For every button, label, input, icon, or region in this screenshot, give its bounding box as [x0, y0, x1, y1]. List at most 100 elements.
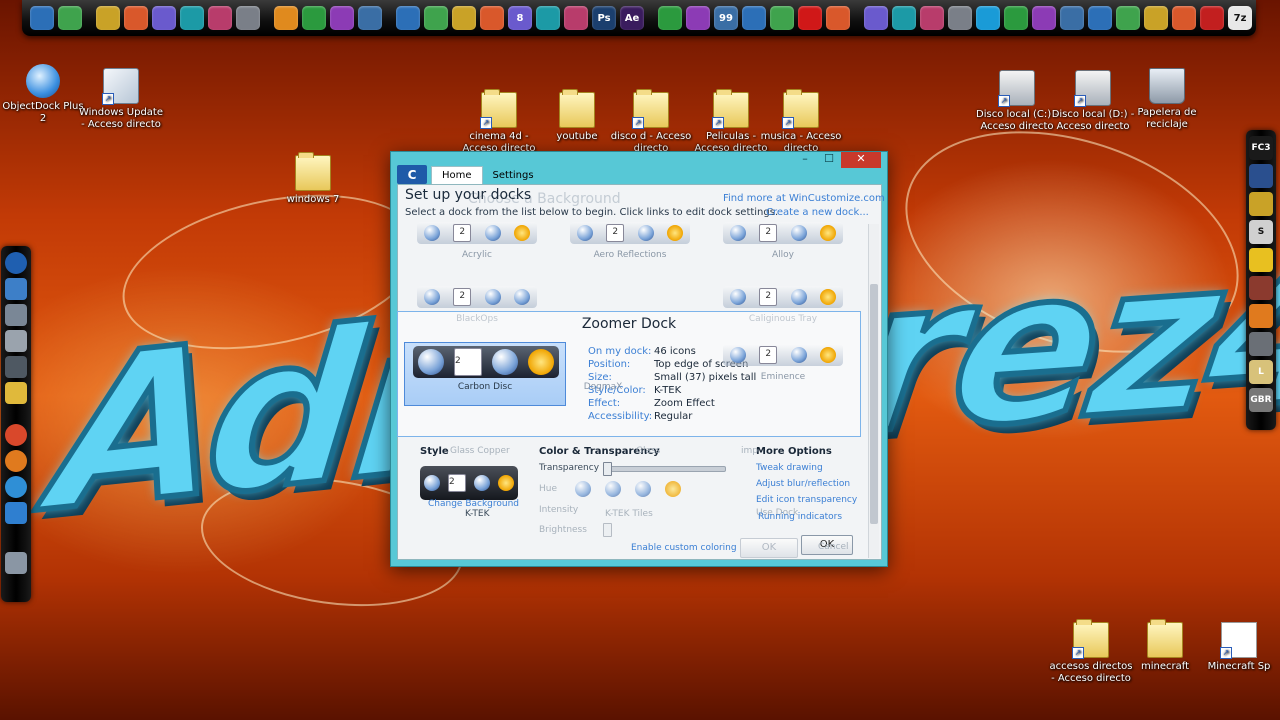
app8-icon[interactable]: 8: [508, 6, 532, 30]
desktop-icon-windows7[interactable]: windows 7: [270, 152, 356, 206]
monitor-icon[interactable]: [452, 6, 476, 30]
dock-tile-aero-reflections[interactable]: 2 Aero Reflections: [563, 222, 697, 260]
link-create-dock[interactable]: Create a new dock...: [766, 207, 869, 218]
photoscape-icon[interactable]: [396, 6, 420, 30]
desktop-icon-minecraft-sp[interactable]: ↗ Minecraft Sp: [1196, 622, 1280, 673]
vertical-scrollbar[interactable]: [868, 224, 879, 558]
close-button[interactable]: ✕: [841, 152, 881, 168]
dock-tile-alloy[interactable]: 2 Alloy: [716, 222, 850, 260]
calendar-icon[interactable]: [152, 6, 176, 30]
drop-icon[interactable]: [302, 6, 326, 30]
video-icon[interactable]: [742, 6, 766, 30]
paint-icon[interactable]: [920, 6, 944, 30]
laptop-icon[interactable]: [5, 304, 27, 326]
desktop-icon-musica[interactable]: ↗ musica - Acceso directo: [758, 89, 844, 155]
network-icon[interactable]: [424, 6, 448, 30]
edit-icon-transparency-link[interactable]: Edit icon transparency: [756, 495, 857, 505]
dock-tile-eminence[interactable]: 2 Eminence: [716, 344, 850, 382]
right-dock-app-icon[interactable]: [1249, 332, 1273, 356]
maximize-button[interactable]: ☐: [817, 152, 841, 168]
firefox-icon[interactable]: [5, 450, 27, 472]
arrow-app-icon[interactable]: [236, 6, 260, 30]
play-icon[interactable]: [658, 6, 682, 30]
media-player-icon[interactable]: [208, 6, 232, 30]
change-background-link[interactable]: Change Background: [428, 499, 519, 509]
tab-settings[interactable]: Settings: [483, 167, 544, 184]
dock-tile-acrylic[interactable]: 2 Acrylic: [410, 222, 544, 260]
tv-icon[interactable]: [826, 6, 850, 30]
desktop-icon-disco-c[interactable]: ↗ Disco local (C:) - Acceso directo: [974, 70, 1060, 133]
photoshop-icon[interactable]: Ps: [592, 6, 616, 30]
tab-home[interactable]: Home: [431, 166, 483, 184]
desktop-icon-windows-update[interactable]: ↗ Windows Update - Acceso directo: [78, 68, 164, 131]
lightning-icon[interactable]: [358, 6, 382, 30]
style-preview[interactable]: 2: [420, 466, 518, 500]
right-dock-app-icon[interactable]: FC3: [1249, 136, 1273, 160]
adjust-blur-reflection-link[interactable]: Adjust blur/reflection: [756, 479, 850, 489]
tweak-drawing-link[interactable]: Tweak drawing: [756, 463, 823, 473]
right-dock-app-icon[interactable]: GBR: [1249, 388, 1273, 412]
reel-icon[interactable]: [1060, 6, 1084, 30]
right-dock-app-icon[interactable]: [1249, 276, 1273, 300]
chrome-like-icon[interactable]: [536, 6, 560, 30]
computer-icon[interactable]: [5, 278, 27, 300]
recycle-bin-icon[interactable]: [5, 552, 27, 574]
folder-icon[interactable]: [5, 382, 27, 404]
earth-icon[interactable]: [480, 6, 504, 30]
link-wincustomize[interactable]: Find more at WinCustomize.com: [723, 193, 885, 204]
record-icon[interactable]: [798, 6, 822, 30]
skype-icon[interactable]: [976, 6, 1000, 30]
desktop-icon-objectdock[interactable]: ObjectDock Plus 2: [0, 64, 86, 125]
pdf-icon[interactable]: [1200, 6, 1224, 30]
brightness-slider-thumb[interactable]: [603, 523, 612, 537]
camera-icon[interactable]: [686, 6, 710, 30]
search-icon[interactable]: [124, 6, 148, 30]
transparency-slider-thumb[interactable]: [603, 462, 612, 476]
settings-icon[interactable]: [1172, 6, 1196, 30]
ktek-tiles-preview[interactable]: [568, 476, 688, 502]
desktop-icon-disco-d[interactable]: ↗ disco d - Acceso directo: [608, 89, 694, 155]
disc-icon[interactable]: [330, 6, 354, 30]
right-dock-app-icon[interactable]: [1249, 192, 1273, 216]
property-label[interactable]: Effect:: [588, 398, 654, 409]
cancel-button[interactable]: Cancel: [818, 542, 849, 552]
itunes-icon[interactable]: [1088, 6, 1112, 30]
right-dock-app-icon[interactable]: S: [1249, 220, 1273, 244]
xnview-icon[interactable]: [30, 6, 54, 30]
ie-icon[interactable]: [5, 476, 27, 498]
scrollbar-thumb[interactable]: [870, 284, 878, 524]
green-icon[interactable]: [770, 6, 794, 30]
selected-dock-carbon-disc[interactable]: 2 Carbon Disc: [404, 342, 566, 406]
gamepad-icon[interactable]: [1144, 6, 1168, 30]
desktop-icon-cinema4d[interactable]: ↗ cinema 4d - Acceso directo: [456, 89, 542, 155]
sevenzip-icon[interactable]: 7z: [1228, 6, 1252, 30]
right-dock-app-icon[interactable]: [1249, 248, 1273, 272]
enable-custom-coloring-link[interactable]: Enable custom coloring: [631, 543, 737, 553]
transparency-slider[interactable]: [604, 466, 726, 472]
utorrent-icon[interactable]: [58, 6, 82, 30]
running-indicators-link[interactable]: Running indicators: [758, 512, 842, 522]
aftereffects-icon[interactable]: Ae: [620, 6, 644, 30]
palette-icon[interactable]: [1032, 6, 1056, 30]
drive-icon[interactable]: [5, 330, 27, 352]
dvd-icon[interactable]: [180, 6, 204, 30]
cube-icon[interactable]: [1004, 6, 1028, 30]
image-icon[interactable]: [892, 6, 916, 30]
right-dock-app-icon[interactable]: [1249, 304, 1273, 328]
desktop-icon-recycle-bin[interactable]: Papelera de reciclaje: [1124, 68, 1210, 131]
start-orb-icon[interactable]: [5, 252, 27, 274]
counter-icon[interactable]: 99: [714, 6, 738, 30]
right-dock-app-icon[interactable]: [1249, 164, 1273, 188]
folder-icon[interactable]: [96, 6, 120, 30]
right-dock-app-icon[interactable]: L: [1249, 360, 1273, 384]
upload-icon[interactable]: [948, 6, 972, 30]
app-logo-icon[interactable]: C: [397, 165, 427, 184]
globe-icon[interactable]: [274, 6, 298, 30]
printer-icon[interactable]: [5, 356, 27, 378]
tools-icon[interactable]: [564, 6, 588, 30]
network-tools-icon[interactable]: [864, 6, 888, 30]
shield-icon[interactable]: [1116, 6, 1140, 30]
minimize-button[interactable]: –: [793, 152, 817, 168]
chrome-icon[interactable]: [5, 424, 27, 446]
objectdock-icon[interactable]: [5, 502, 27, 524]
